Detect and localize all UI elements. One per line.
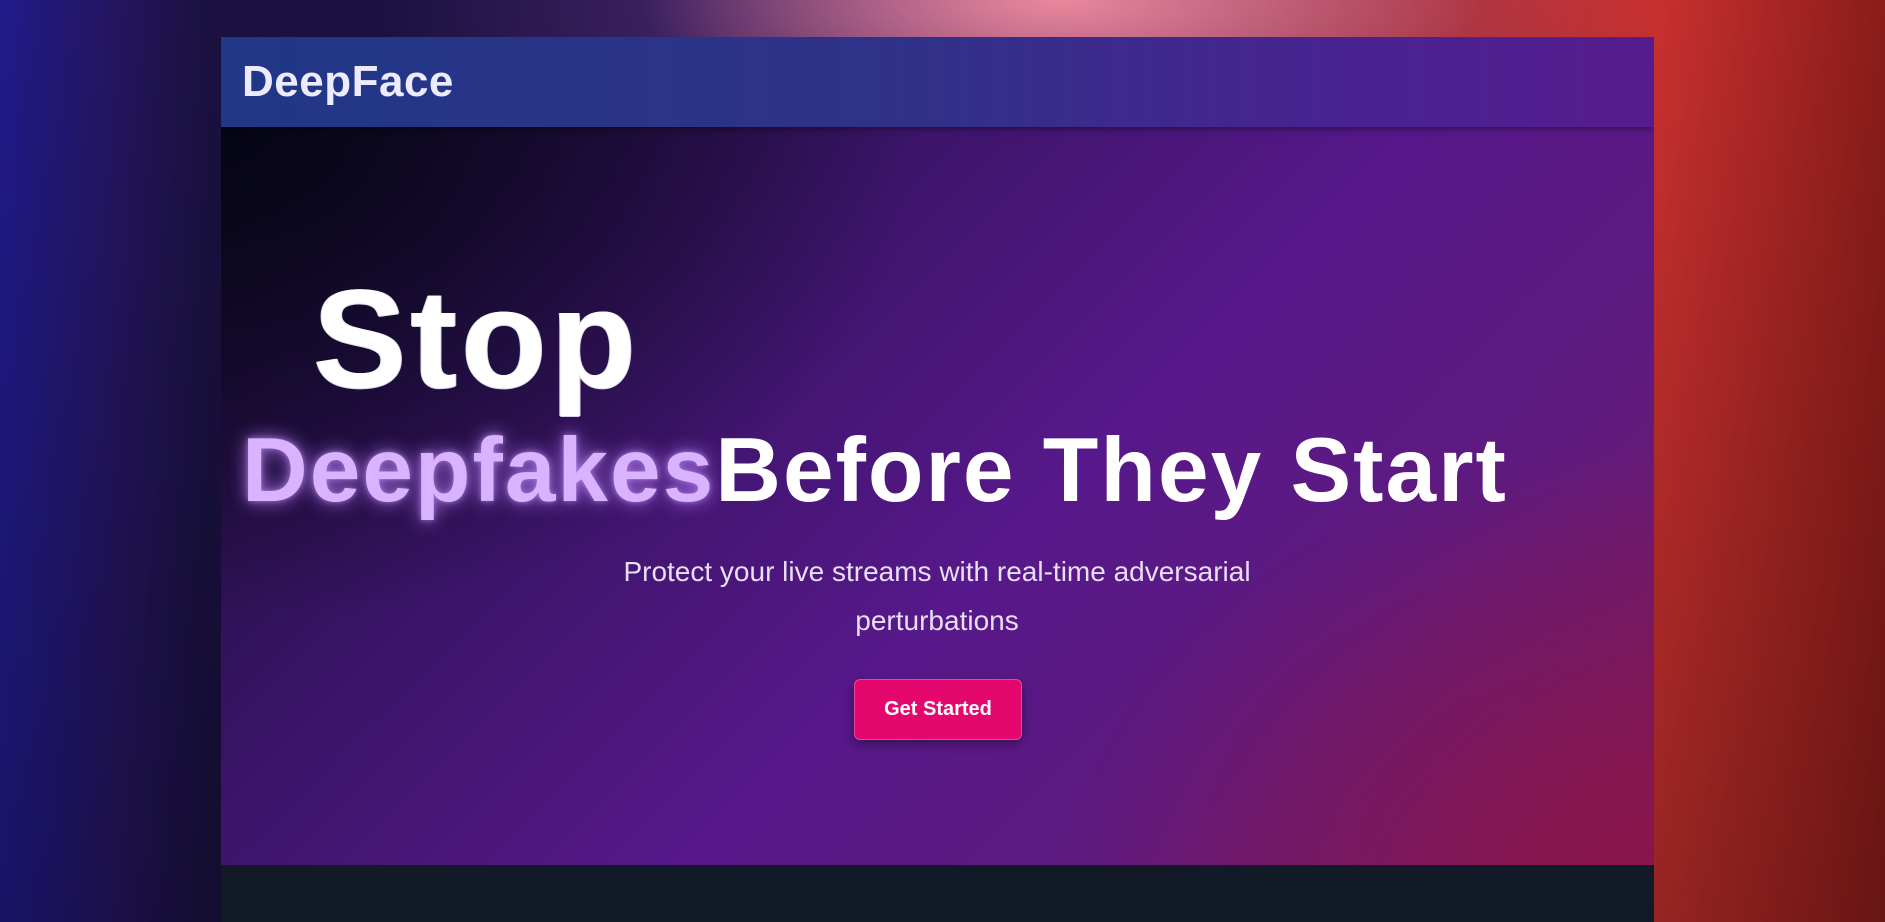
brand-logo-link[interactable]: DeepFace [242,57,454,107]
hero-headline-highlight: Deepfakes [242,420,716,521]
browser-page: DeepFace Stop DeepfakesBefore They Start… [221,37,1654,922]
get-started-button[interactable]: Get Started [854,679,1022,740]
hero-subtitle: Protect your live streams with real-time… [623,556,1251,636]
navbar: DeepFace [221,37,1654,127]
hero-title-line1: Stop [313,260,641,417]
hero-headline-rest: Before They Start [715,420,1508,521]
hero-headline: DeepfakesBefore They Start [242,425,1654,516]
footer-section [221,865,1654,922]
hero-section: Stop DeepfakesBefore They Start Protect … [221,127,1654,865]
